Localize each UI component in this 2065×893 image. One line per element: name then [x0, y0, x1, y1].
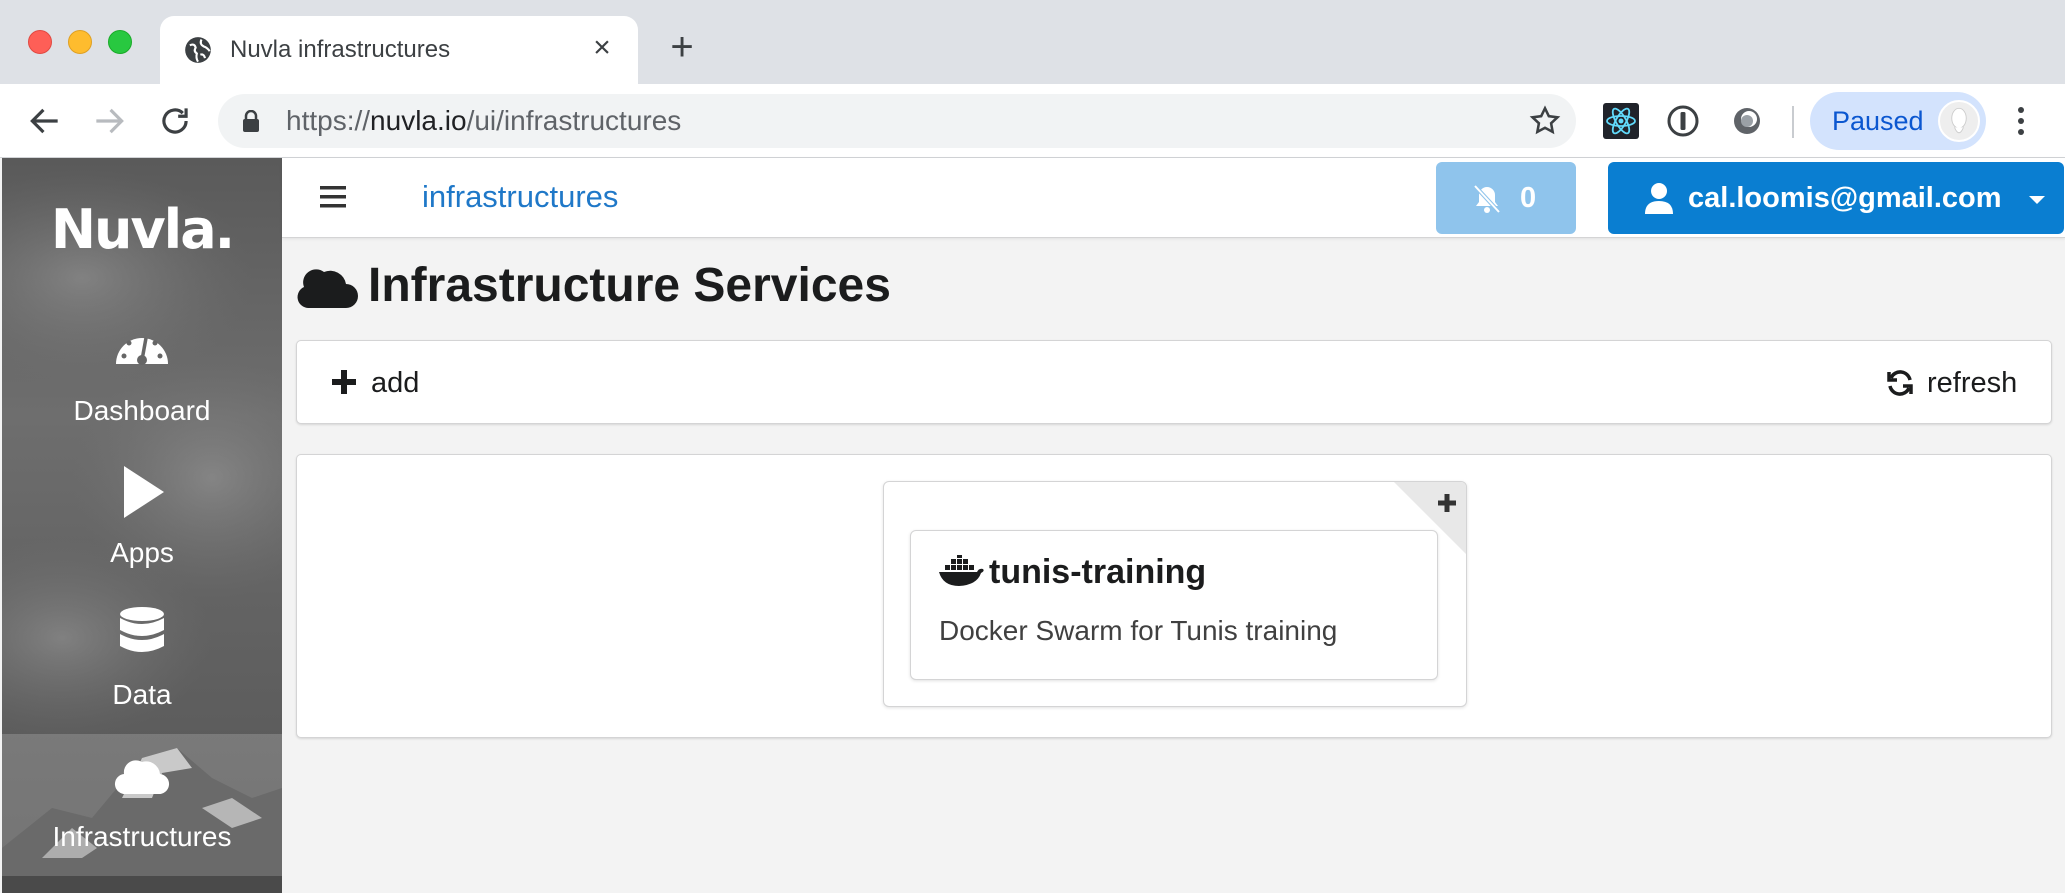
back-button[interactable] [26, 102, 64, 140]
sidebar: Nuvla. Dashboard Apps Data Infrastructur… [2, 158, 282, 893]
tab-title: Nuvla infrastructures [230, 36, 451, 63]
window-close-button[interactable] [28, 30, 52, 54]
nuvla-logo[interactable]: Nuvla. [2, 198, 282, 261]
cloud-icon [114, 760, 170, 795]
profile-status: Paused [1832, 106, 1924, 136]
sidebar-item-label: Dashboard [73, 395, 211, 426]
password-manager-icon[interactable] [1664, 102, 1702, 140]
sidebar-item-dashboard[interactable]: Dashboard [2, 308, 282, 450]
services-segment: tunis-training Docker Swarm for Tunis tr… [296, 454, 2052, 738]
reload-button[interactable] [156, 102, 194, 140]
arrow-right-icon [96, 108, 124, 134]
browser-tab-active[interactable]: Nuvla infrastructures × [160, 16, 638, 84]
notification-count: 0 [1520, 182, 1537, 214]
cloud-icon [297, 269, 358, 308]
refresh-label: refresh [1927, 367, 2018, 399]
user-email: cal.loomis@gmail.com [1688, 182, 2002, 214]
star-icon[interactable] [1528, 104, 1562, 138]
docker-icon [939, 555, 984, 586]
forward-button[interactable] [90, 102, 128, 140]
bell-slash-icon [1473, 184, 1501, 214]
sidebar-item-infrastructures[interactable]: Infrastructures [2, 734, 282, 876]
app-topbar: infrastructures 0 cal.loomis@gmail.com [282, 158, 2065, 238]
add-label: add [371, 367, 420, 399]
refresh-icon [1887, 370, 1913, 396]
service-group-card: tunis-training Docker Swarm for Tunis tr… [883, 481, 1467, 707]
address-bar[interactable]: https://nuvla.io/ui/infrastructures [218, 94, 1576, 148]
chevron-down-icon [2029, 196, 2045, 204]
lock-icon [243, 110, 259, 132]
user-menu-button[interactable]: cal.loomis@gmail.com [1608, 162, 2064, 234]
toolbar-separator [1792, 106, 1794, 138]
service-name: tunis-training [989, 553, 1207, 591]
arrow-left-icon [30, 108, 58, 134]
service-card[interactable]: tunis-training Docker Swarm for Tunis tr… [910, 530, 1438, 680]
breadcrumb[interactable]: infrastructures [422, 178, 618, 216]
play-icon [124, 466, 164, 518]
page-title-text: Infrastructure Services [368, 259, 891, 312]
hamburger-menu-icon[interactable] [318, 182, 348, 212]
tab-close-icon[interactable]: × [586, 32, 618, 64]
react-devtools-icon[interactable] [1602, 102, 1640, 140]
actions-menu: add refresh [296, 340, 2052, 424]
new-tab-button[interactable]: + [664, 27, 700, 67]
user-icon [1645, 183, 1673, 214]
app-root: Nuvla. Dashboard Apps Data Infrastructur… [0, 158, 2065, 893]
sidebar-item-label: Apps [110, 537, 174, 568]
notifications-button[interactable]: 0 [1436, 162, 1576, 234]
url-text: https://nuvla.io/ui/infrastructures [286, 105, 682, 136]
avatar [1938, 100, 1980, 142]
window-zoom-button[interactable] [108, 30, 132, 54]
profile-button[interactable]: Paused [1810, 92, 1986, 150]
gauge-icon [116, 337, 168, 365]
database-icon [120, 607, 164, 652]
service-description: Docker Swarm for Tunis training [939, 615, 1338, 646]
kebab-menu-icon[interactable] [2006, 102, 2036, 140]
browser-tabstrip: Nuvla infrastructures × + [0, 0, 2065, 84]
sidebar-item-label: Infrastructures [52, 821, 232, 852]
sidebar-item-apps[interactable]: Apps [2, 450, 282, 592]
refresh-button[interactable]: refresh [1885, 365, 2019, 401]
reload-icon [162, 108, 188, 134]
plus-icon[interactable] [1436, 492, 1458, 514]
plus-icon [332, 370, 356, 394]
browser-toolbar: https://nuvla.io/ui/infrastructures Paus… [0, 84, 2065, 158]
globe-icon [185, 37, 211, 63]
sidebar-item-label: Data [112, 679, 172, 710]
window-minimize-button[interactable] [68, 30, 92, 54]
sidebar-item-data[interactable]: Data [2, 592, 282, 734]
extension-icon[interactable] [1728, 102, 1766, 140]
